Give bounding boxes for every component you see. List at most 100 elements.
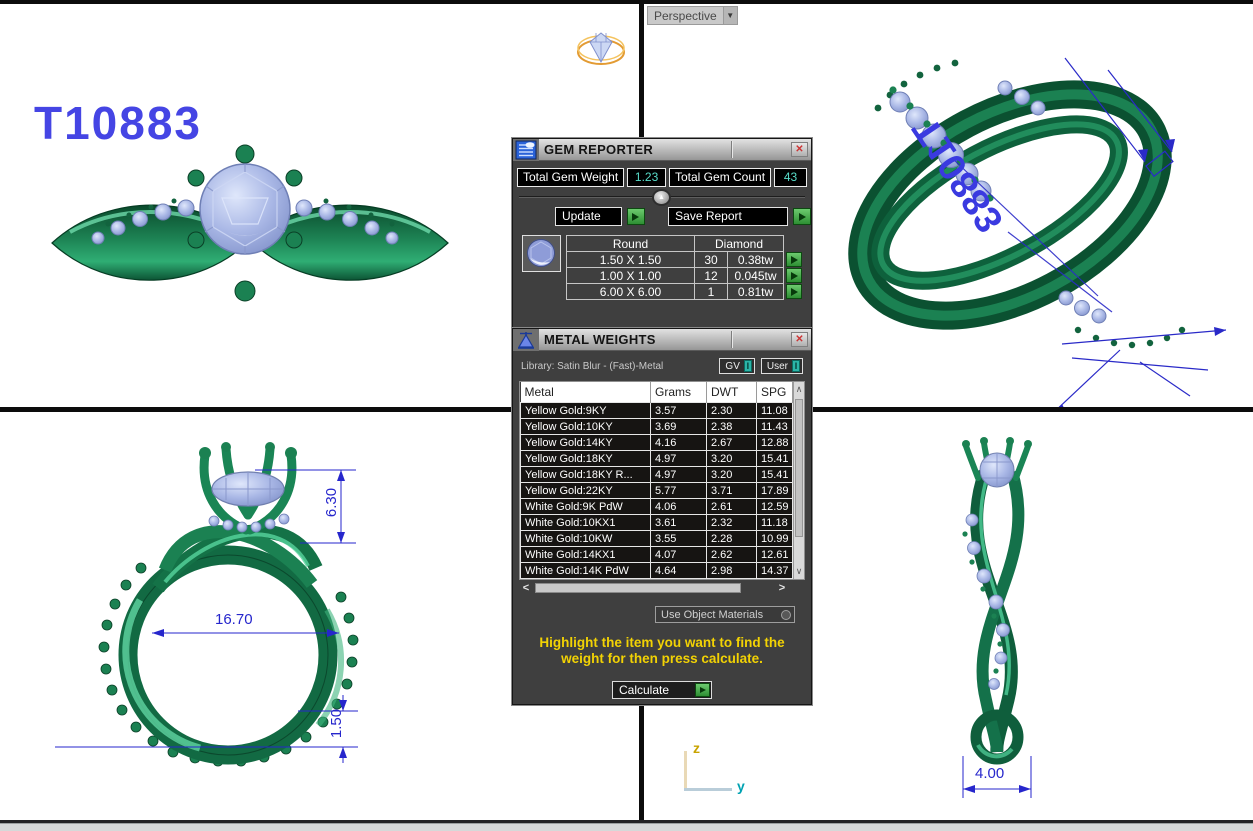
spg-cell: 12.61 <box>757 547 793 563</box>
viewport-title-label[interactable]: Perspective <box>647 6 723 25</box>
run-arrow-icon <box>791 288 798 296</box>
table-row[interactable]: Yellow Gold:18KY R... 4.97 3.20 15.41 <box>521 467 793 483</box>
metal-weights-table: Metal Grams DWT SPG Yellow Gold:9KY 3.57… <box>520 382 793 579</box>
dimension-shank-thickness: 1.50 <box>328 709 345 738</box>
grams-cell: 4.06 <box>651 499 707 515</box>
gem-reporter-titlebar[interactable]: GEM REPORTER ✕ <box>513 139 811 161</box>
col-spg[interactable]: SPG <box>757 382 793 403</box>
col-metal[interactable]: Metal <box>521 382 651 403</box>
ring-perspective-view <box>826 49 1195 362</box>
save-report-run-button[interactable] <box>793 208 811 225</box>
dwt-cell: 2.61 <box>707 499 757 515</box>
gold-ring-icon <box>578 33 624 64</box>
spg-cell: 17.89 <box>757 483 793 499</box>
horizontal-scrollbar[interactable]: < > <box>519 581 805 595</box>
table-row[interactable]: Yellow Gold:18KY 4.97 3.20 15.41 <box>521 451 793 467</box>
gem-reporter-panel: GEM REPORTER ✕ Total Gem Weight 1.23 Tot… <box>512 138 812 328</box>
col-grams[interactable]: Grams <box>651 382 707 403</box>
metal-cell[interactable]: Yellow Gold:14KY <box>521 435 651 451</box>
dwt-cell: 2.30 <box>707 403 757 419</box>
gem-row[interactable]: 6.00 X 6.00 1 0.81tw <box>567 284 803 300</box>
dwt-cell: 2.32 <box>707 515 757 531</box>
gem-row-run-button[interactable] <box>786 284 802 299</box>
metal-cell[interactable]: Yellow Gold:10KY <box>521 419 651 435</box>
scroll-left-icon[interactable]: < <box>519 581 533 595</box>
metal-weights-titlebar[interactable]: METAL WEIGHTS ✕ <box>513 329 811 351</box>
gv-indicator: I <box>744 360 752 372</box>
close-icon[interactable]: ✕ <box>791 142 808 157</box>
gem-row-run-button[interactable] <box>786 252 802 267</box>
table-row[interactable]: White Gold:9K PdW 4.06 2.61 12.59 <box>521 499 793 515</box>
spg-cell: 12.88 <box>757 435 793 451</box>
gem-size[interactable]: 1.50 X 1.50 <box>567 252 695 268</box>
metal-cell[interactable]: White Gold:10KX1 <box>521 515 651 531</box>
scale-icon <box>513 329 539 351</box>
gem-count: 30 <box>695 252 728 268</box>
table-row[interactable]: White Gold:10KW 3.55 2.28 10.99 <box>521 531 793 547</box>
gem-size[interactable]: 1.00 X 1.00 <box>567 268 695 284</box>
gem-row[interactable]: 1.00 X 1.00 12 0.045tw <box>567 268 803 284</box>
table-row[interactable]: Yellow Gold:22KY 5.77 3.71 17.89 <box>521 483 793 499</box>
table-row[interactable]: Yellow Gold:14KY 4.16 2.67 12.88 <box>521 435 793 451</box>
spg-cell: 15.41 <box>757 467 793 483</box>
calculate-button[interactable]: Calculate <box>612 681 712 699</box>
save-report-button[interactable]: Save Report <box>668 207 788 226</box>
metal-cell[interactable]: Yellow Gold:22KY <box>521 483 651 499</box>
gem-table: Round Diamond 1.50 X 1.50 30 0.38tw 1.00… <box>566 235 803 300</box>
metal-table-header: Metal Grams DWT SPG <box>521 382 793 403</box>
use-object-materials-dropdown[interactable]: Use Object Materials <box>655 606 795 623</box>
scroll-up-icon[interactable]: ∧ <box>794 382 804 397</box>
scroll-right-icon[interactable]: > <box>775 581 789 595</box>
vertical-scroll-thumb[interactable] <box>795 399 803 537</box>
scroll-down-icon[interactable]: ∨ <box>794 564 804 579</box>
vertical-scrollbar[interactable]: ∧ ∨ <box>793 382 804 579</box>
grams-cell: 3.57 <box>651 403 707 419</box>
table-row[interactable]: Yellow Gold:10KY 3.69 2.38 11.43 <box>521 419 793 435</box>
viewport-title-dropdown[interactable]: Perspective ▼ <box>647 6 738 25</box>
dwt-cell: 2.28 <box>707 531 757 547</box>
metal-cell[interactable]: Yellow Gold:18KY R... <box>521 467 651 483</box>
gv-button[interactable]: GV I <box>719 358 754 374</box>
metal-cell[interactable]: White Gold:14KX1 <box>521 547 651 563</box>
gv-label: GV <box>725 361 739 372</box>
metal-cell[interactable]: White Gold:9K PdW <box>521 499 651 515</box>
metal-cell[interactable]: White Gold:10KW <box>521 531 651 547</box>
dwt-cell: 2.67 <box>707 435 757 451</box>
collapse-toggle[interactable]: ▲ <box>652 189 671 206</box>
metal-cell[interactable]: Yellow Gold:18KY <box>521 451 651 467</box>
horizontal-scroll-thumb[interactable] <box>535 583 741 593</box>
update-button[interactable]: Update <box>555 207 622 226</box>
table-row[interactable]: White Gold:14K PdW 4.64 2.98 14.37 <box>521 563 793 579</box>
calculate-label: Calculate <box>619 683 669 697</box>
grams-cell: 3.61 <box>651 515 707 531</box>
gem-row[interactable]: 1.50 X 1.50 30 0.38tw <box>567 252 803 268</box>
gem-count: 12 <box>695 268 728 284</box>
calculate-run-button[interactable] <box>695 683 710 697</box>
instruction-text: Highlight the item you want to find the … <box>519 635 805 667</box>
run-arrow-icon <box>799 213 806 221</box>
run-arrow-icon <box>700 687 706 693</box>
user-label: User <box>767 361 788 372</box>
total-gem-weight-value: 1.23 <box>627 168 666 187</box>
use-object-materials-label: Use Object Materials <box>661 609 763 621</box>
radio-icon[interactable] <box>781 610 791 620</box>
ring-top-view <box>52 145 448 301</box>
table-row[interactable]: White Gold:10KX1 3.61 2.32 11.18 <box>521 515 793 531</box>
metal-cell[interactable]: Yellow Gold:9KY <box>521 403 651 419</box>
chevron-down-icon[interactable]: ▼ <box>723 6 738 25</box>
titlebar-groove <box>731 331 733 348</box>
metal-cell[interactable]: White Gold:14K PdW <box>521 563 651 579</box>
close-icon[interactable]: ✕ <box>791 332 808 347</box>
gem-row-run-button[interactable] <box>786 268 802 283</box>
spg-cell: 11.18 <box>757 515 793 531</box>
update-run-button[interactable] <box>627 208 645 225</box>
user-button[interactable]: User I <box>761 358 803 374</box>
col-dwt[interactable]: DWT <box>707 382 757 403</box>
total-gem-weight-label: Total Gem Weight <box>517 168 624 187</box>
table-row[interactable]: White Gold:14KX1 4.07 2.62 12.61 <box>521 547 793 563</box>
gem-size[interactable]: 6.00 X 6.00 <box>567 284 695 300</box>
table-row[interactable]: Yellow Gold:9KY 3.57 2.30 11.08 <box>521 403 793 419</box>
titlebar-groove <box>731 141 733 158</box>
gem-weight: 0.81tw <box>728 284 784 300</box>
statusbar <box>0 823 1253 831</box>
